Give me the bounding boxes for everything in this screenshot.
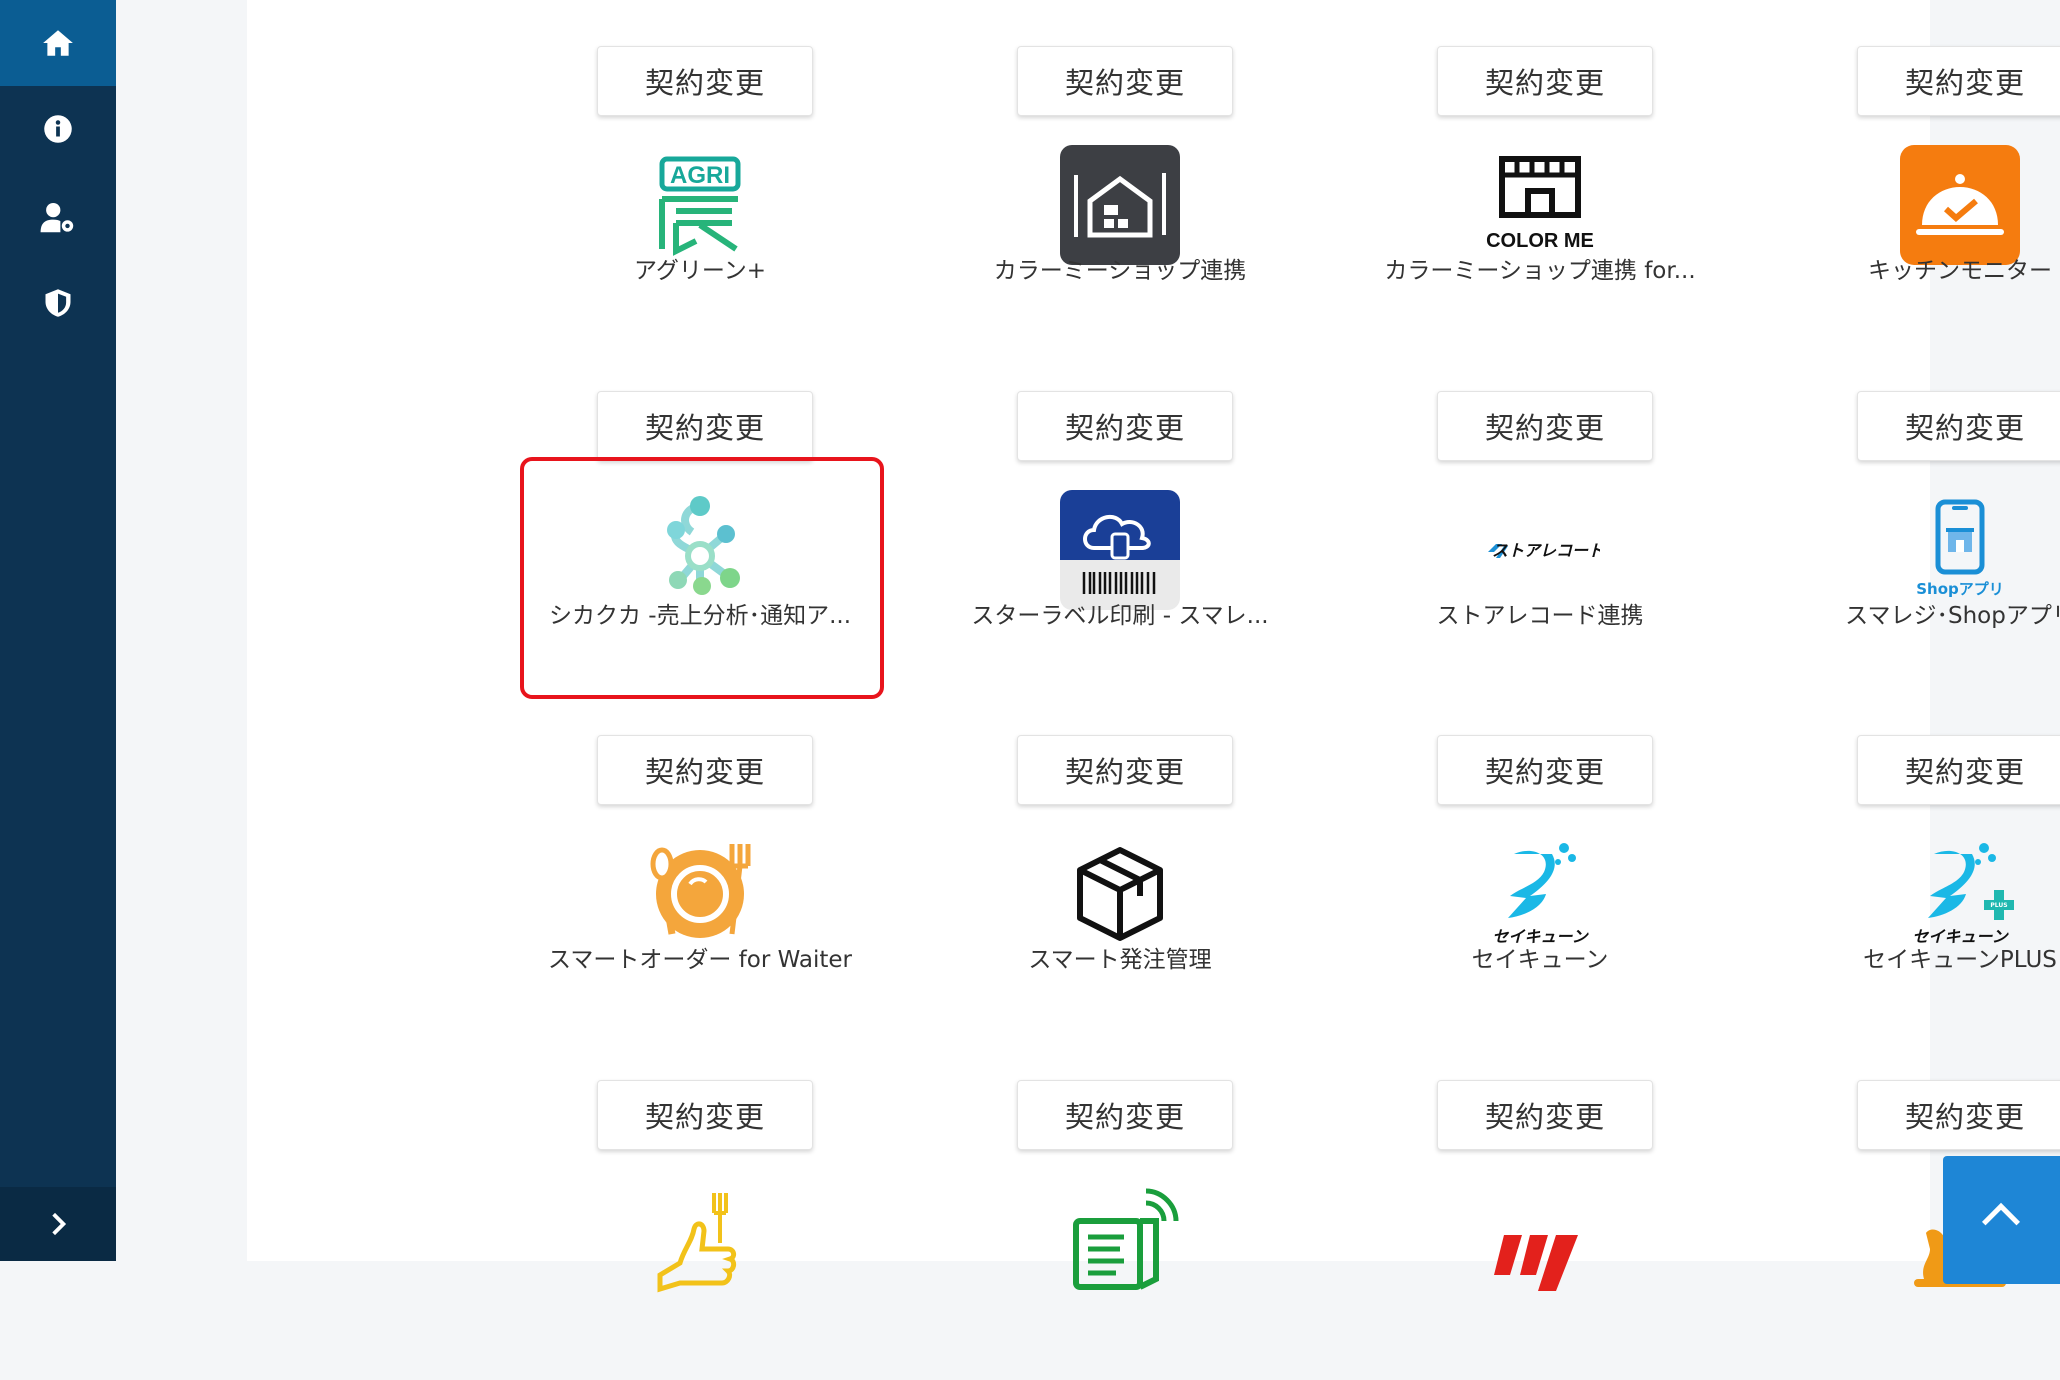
chevron-right-icon — [52, 1212, 67, 1236]
store-record-logo-text: ストアレコード — [1492, 541, 1600, 560]
agri-logo-text: AGRI — [670, 162, 730, 189]
app-card: 契約変更 セイキューン セイキューン — [1370, 735, 1710, 1035]
change-contract-button[interactable]: 契約変更 — [1437, 391, 1653, 461]
change-contract-button[interactable]: 契約変更 — [1437, 46, 1653, 116]
color-me-logo-text: COLOR ME — [1486, 230, 1594, 252]
app-card: 契約変更 — [1370, 1080, 1710, 1380]
app-card: 契約変更 — [950, 1080, 1290, 1380]
package-box-icon — [1060, 834, 1180, 954]
app-name[interactable]: スターラベル印刷 - スマレ... — [920, 596, 1320, 630]
change-contract-button[interactable]: 契約変更 — [1017, 391, 1233, 461]
app-card: 契約変更 COLOR ME カラーミーショップ連携 for... — [1370, 46, 1710, 346]
app-name[interactable]: スマレジ･Shopアプリ — [1760, 596, 2060, 630]
sidebar-item-security[interactable] — [0, 260, 116, 346]
sidebar-item-user-settings[interactable] — [0, 175, 116, 261]
app-card: 契約変更 ストアレコード ストアレコード連携 — [1370, 391, 1710, 691]
thumbs-up-fork-icon — [640, 1179, 760, 1299]
chevron-up-icon — [1981, 1202, 2021, 1226]
change-contract-button[interactable]: 契約変更 — [1857, 1080, 2060, 1150]
app-name[interactable]: スマートオーダー for Waiter — [500, 940, 900, 974]
change-contract-button[interactable]: 契約変更 — [1017, 46, 1233, 116]
home-icon — [43, 30, 73, 56]
app-card: 契約変更 スターラベル印刷 - スマレ... — [950, 391, 1290, 691]
app-name[interactable]: カラーミーショップ連携 for... — [1340, 251, 1740, 285]
store-record-logo-icon: ストアレコード — [1480, 490, 1600, 610]
change-contract-button[interactable]: 契約変更 — [1857, 735, 2060, 805]
change-contract-button[interactable]: 契約変更 — [1437, 1080, 1653, 1150]
change-contract-button[interactable]: 契約変更 — [1857, 391, 2060, 461]
app-card: 契約変更 キッチンモニター — [1790, 46, 2060, 346]
app-card: 契約変更 AGRI アグリーン+ — [530, 46, 870, 346]
color-me-logo-icon: COLOR ME — [1480, 145, 1600, 265]
change-contract-button[interactable]: 契約変更 — [597, 1080, 813, 1150]
warehouse-sync-icon — [1060, 145, 1180, 265]
change-contract-button[interactable]: 契約変更 — [1017, 1080, 1233, 1150]
info-icon — [44, 115, 72, 143]
app-card: 契約変更 — [530, 1080, 870, 1380]
sidebar — [0, 0, 116, 1261]
user-settings-icon — [40, 202, 74, 233]
seikyun-logo-icon: セイキューン — [1480, 834, 1600, 954]
app-grid: 契約変更 AGRI アグリーン+ 契約変更 カラーミーショップ連携 契約変更 C… — [247, 0, 2060, 1293]
change-contract-button[interactable]: 契約変更 — [1437, 735, 1653, 805]
app-name[interactable]: ストアレコード連携 — [1340, 596, 1740, 630]
wireless-printer-icon — [1060, 1179, 1180, 1299]
app-name[interactable]: スマート発注管理 — [920, 940, 1320, 974]
kitchen-cloche-icon — [1900, 145, 2020, 265]
seikyun-plus-logo-icon: PLUS セイキューン — [1900, 834, 2020, 954]
app-name[interactable]: アグリーン+ — [500, 251, 900, 285]
selected-app-highlight — [520, 457, 884, 699]
change-contract-button[interactable]: 契約変更 — [597, 735, 813, 805]
change-contract-button[interactable]: 契約変更 — [597, 391, 813, 461]
app-card: 契約変更 カラーミーショップ連携 — [950, 46, 1290, 346]
app-name[interactable]: セイキューンPLUS — [1760, 940, 2060, 974]
plate-utensils-icon — [640, 834, 760, 954]
agrin-logo-icon: AGRI — [640, 145, 760, 265]
app-card: 契約変更 スマート発注管理 — [950, 735, 1290, 1035]
change-contract-button[interactable]: 契約変更 — [597, 46, 813, 116]
red-brand-logo-icon — [1480, 1179, 1600, 1299]
app-name[interactable]: セイキューン — [1340, 940, 1740, 974]
seikyun-plus-badge-text: PLUS — [1990, 902, 2007, 909]
change-contract-button[interactable]: 契約変更 — [1017, 735, 1233, 805]
shop-app-phone-icon: Shopアプリ — [1900, 490, 2020, 610]
app-card: 契約変更 Shopアプリ スマレジ･Shopアプリ — [1790, 391, 2060, 691]
shield-icon — [45, 289, 71, 317]
app-name[interactable]: キッチンモニター — [1760, 251, 2060, 285]
scroll-to-top-button[interactable] — [1943, 1156, 2060, 1284]
sidebar-item-home[interactable] — [0, 0, 116, 86]
cloud-barcode-icon — [1060, 490, 1180, 610]
app-card: 契約変更 PLUS セイキューン セイキューンPLUS — [1790, 735, 2060, 1035]
app-card: 契約変更 スマートオーダー for Waiter — [530, 735, 870, 1035]
app-name[interactable]: カラーミーショップ連携 — [920, 251, 1320, 285]
sidebar-item-info[interactable] — [0, 86, 116, 172]
change-contract-button[interactable]: 契約変更 — [1857, 46, 2060, 116]
sidebar-expand-button[interactable] — [0, 1187, 116, 1261]
